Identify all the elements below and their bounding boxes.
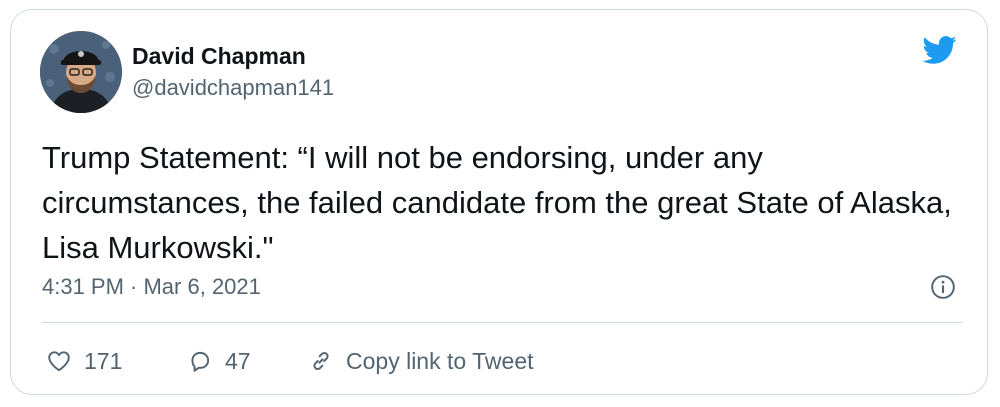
- heart-icon: [48, 351, 70, 372]
- link-icon: [313, 352, 329, 370]
- reply-count: 47: [225, 347, 251, 374]
- reply-button[interactable]: 47: [187, 343, 251, 379]
- author-name[interactable]: David Chapman: [132, 43, 306, 70]
- divider: [42, 322, 962, 323]
- twitter-bird-icon[interactable]: [917, 32, 961, 68]
- author-handle[interactable]: @davidchapman141: [132, 75, 334, 101]
- avatar-image: [40, 31, 122, 113]
- tweet-text: Trump Statement: “I will not be endorsin…: [42, 140, 952, 265]
- copy-link-label: Copy link to Tweet: [346, 347, 534, 374]
- tweet-timestamp[interactable]: 4:31 PM · Mar 6, 2021: [42, 274, 261, 300]
- copy-link-button[interactable]: Copy link to Tweet: [308, 343, 534, 379]
- reply-bubble-icon: [191, 351, 210, 372]
- avatar[interactable]: [40, 31, 122, 113]
- tweet-card[interactable]: David Chapman @davidchapman141 Trump Sta…: [10, 9, 988, 395]
- like-count: 171: [84, 347, 123, 374]
- info-icon[interactable]: [930, 274, 956, 300]
- like-button[interactable]: 171: [46, 343, 122, 379]
